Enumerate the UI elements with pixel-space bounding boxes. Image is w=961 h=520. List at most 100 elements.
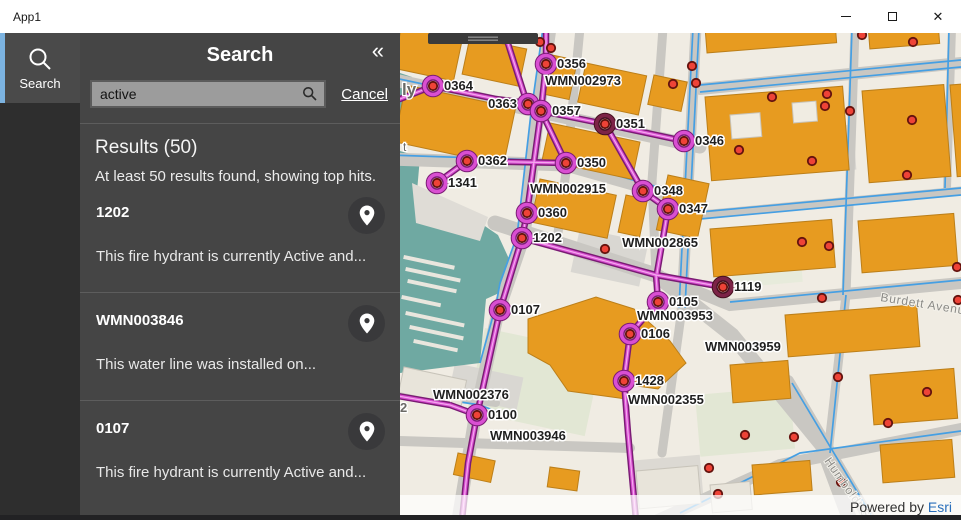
- map-result-point[interactable]: [427, 173, 448, 194]
- map-result-point[interactable]: [467, 405, 488, 426]
- hydrant-dot[interactable]: [818, 294, 826, 302]
- map-result-point[interactable]: [423, 76, 444, 97]
- map-feature-label: 0351: [616, 116, 645, 131]
- esri-link: Esri: [928, 499, 952, 515]
- search-input-icon: [302, 86, 318, 102]
- hydrant-dot[interactable]: [768, 93, 776, 101]
- map-result-point[interactable]: [531, 101, 552, 122]
- hydrant-dot[interactable]: [692, 79, 700, 87]
- app-window: App1 ✕ Search Search «: [0, 0, 961, 520]
- result-item[interactable]: 0107 This fire hydrant is currently Acti…: [80, 400, 400, 508]
- hydrant-dot[interactable]: [909, 38, 917, 46]
- map-feature-label: 0105: [669, 294, 698, 309]
- hydrant-dot[interactable]: [821, 102, 829, 110]
- hydrant-dot[interactable]: [547, 44, 555, 52]
- maximize-button[interactable]: [869, 0, 915, 33]
- zoom-to-result-button[interactable]: [348, 197, 385, 234]
- map-feature-label: 0357: [552, 103, 581, 118]
- map-result-point[interactable]: [633, 181, 654, 202]
- map-result-point[interactable]: [490, 300, 511, 321]
- map-feature-label: 0348: [654, 183, 683, 198]
- map-feature-label: 0363: [488, 96, 517, 111]
- result-item[interactable]: WMN003846 This water line was installed …: [80, 292, 400, 400]
- map-feature-label: WMN003959: [705, 339, 781, 354]
- hydrant-dot[interactable]: [858, 33, 866, 39]
- maximize-icon: [888, 12, 897, 21]
- hydrant-dot[interactable]: [846, 107, 854, 115]
- result-description: This fire hydrant is currently Active an…: [96, 464, 386, 481]
- map-feature-label: WMN003946: [490, 428, 566, 443]
- map-result-point[interactable]: [614, 371, 635, 392]
- minimize-button[interactable]: [823, 0, 869, 33]
- hydrant-dot[interactable]: [908, 116, 916, 124]
- map-feature-label: 0107: [511, 302, 540, 317]
- map-result-point[interactable]: [556, 153, 577, 174]
- map-feature-label: 1428: [635, 373, 664, 388]
- attribution-text: Powered by Esri: [850, 499, 952, 515]
- map-result-point[interactable]: [457, 151, 478, 172]
- zoom-to-result-button[interactable]: [348, 305, 385, 342]
- map-feature-label: WMN002865: [622, 235, 698, 250]
- hydrant-dot[interactable]: [688, 62, 696, 70]
- map-result-point[interactable]: [674, 131, 695, 152]
- map-result-point[interactable]: [512, 228, 533, 249]
- hydrant-dot[interactable]: [798, 238, 806, 246]
- map-result-point[interactable]: [517, 203, 538, 224]
- map-result-point[interactable]: [595, 114, 616, 135]
- hydrant-dot[interactable]: [808, 157, 816, 165]
- map-feature-label: 0100: [488, 407, 517, 422]
- hydrant-dot[interactable]: [601, 245, 609, 253]
- zoom-to-result-button[interactable]: [348, 413, 385, 450]
- map-feature-label: 1119: [734, 279, 762, 294]
- search-icon: [27, 46, 53, 72]
- result-title: WMN003846: [96, 312, 386, 329]
- hydrant-dot[interactable]: [741, 431, 749, 439]
- map-pin-icon: [359, 313, 375, 334]
- hydrant-dot[interactable]: [825, 242, 833, 250]
- hydrant-dot[interactable]: [790, 433, 798, 441]
- map-result-point[interactable]: [658, 199, 679, 220]
- panel-title: Search: [80, 44, 400, 67]
- map-widget-handle[interactable]: [428, 33, 538, 44]
- titlebar: App1 ✕: [0, 0, 961, 33]
- hydrant-dot[interactable]: [923, 388, 931, 396]
- map-view[interactable]: Burdett AvenueHumboldt Stlyt203640356036…: [400, 33, 961, 520]
- map-feature-label: WMN002355: [628, 392, 704, 407]
- map-result-point[interactable]: [620, 324, 641, 345]
- results-subheader: At least 50 results found, showing top h…: [95, 168, 385, 185]
- cancel-link[interactable]: Cancel: [341, 86, 388, 103]
- collapse-panel-button[interactable]: «: [372, 40, 384, 62]
- window-title: App1: [0, 10, 41, 24]
- map-feature-label: 1341: [448, 175, 477, 190]
- window-controls: ✕: [823, 0, 961, 33]
- map-result-point[interactable]: [713, 277, 734, 298]
- map-canvas[interactable]: Burdett AvenueHumboldt Stlyt203640356036…: [400, 33, 961, 520]
- map-feature-label: 1202: [533, 230, 562, 245]
- hydrant-dot[interactable]: [884, 419, 892, 427]
- hydrant-dot[interactable]: [705, 464, 713, 472]
- hydrant-dot[interactable]: [834, 373, 842, 381]
- map-pin-icon: [359, 205, 375, 226]
- map-feature-label: WMN002376: [433, 387, 509, 402]
- panel-header: Search «: [80, 33, 400, 67]
- hydrant-dot[interactable]: [669, 80, 677, 88]
- map-label-fragment: 2: [400, 400, 407, 415]
- hydrant-dot[interactable]: [735, 146, 743, 154]
- hydrant-dot[interactable]: [823, 90, 831, 98]
- hydrant-dot[interactable]: [953, 263, 961, 271]
- close-button[interactable]: ✕: [915, 0, 961, 33]
- minimize-icon: [841, 16, 851, 17]
- result-item[interactable]: 1202 This fire hydrant is currently Acti…: [80, 185, 400, 292]
- map-feature-label: 0362: [478, 153, 507, 168]
- sidebar-item-search[interactable]: Search: [0, 33, 80, 103]
- search-input[interactable]: [90, 80, 326, 108]
- map-result-point[interactable]: [536, 54, 557, 75]
- map-feature-label: 0350: [577, 155, 606, 170]
- map-feature-label: 0360: [538, 205, 567, 220]
- hydrant-dot[interactable]: [903, 171, 911, 179]
- map-feature-label: WMN002915: [530, 181, 606, 196]
- results-count: Results (50): [95, 137, 385, 159]
- search-row: Cancel: [90, 80, 388, 108]
- search-box: [90, 80, 326, 108]
- results-list: 1202 This fire hydrant is currently Acti…: [80, 185, 400, 508]
